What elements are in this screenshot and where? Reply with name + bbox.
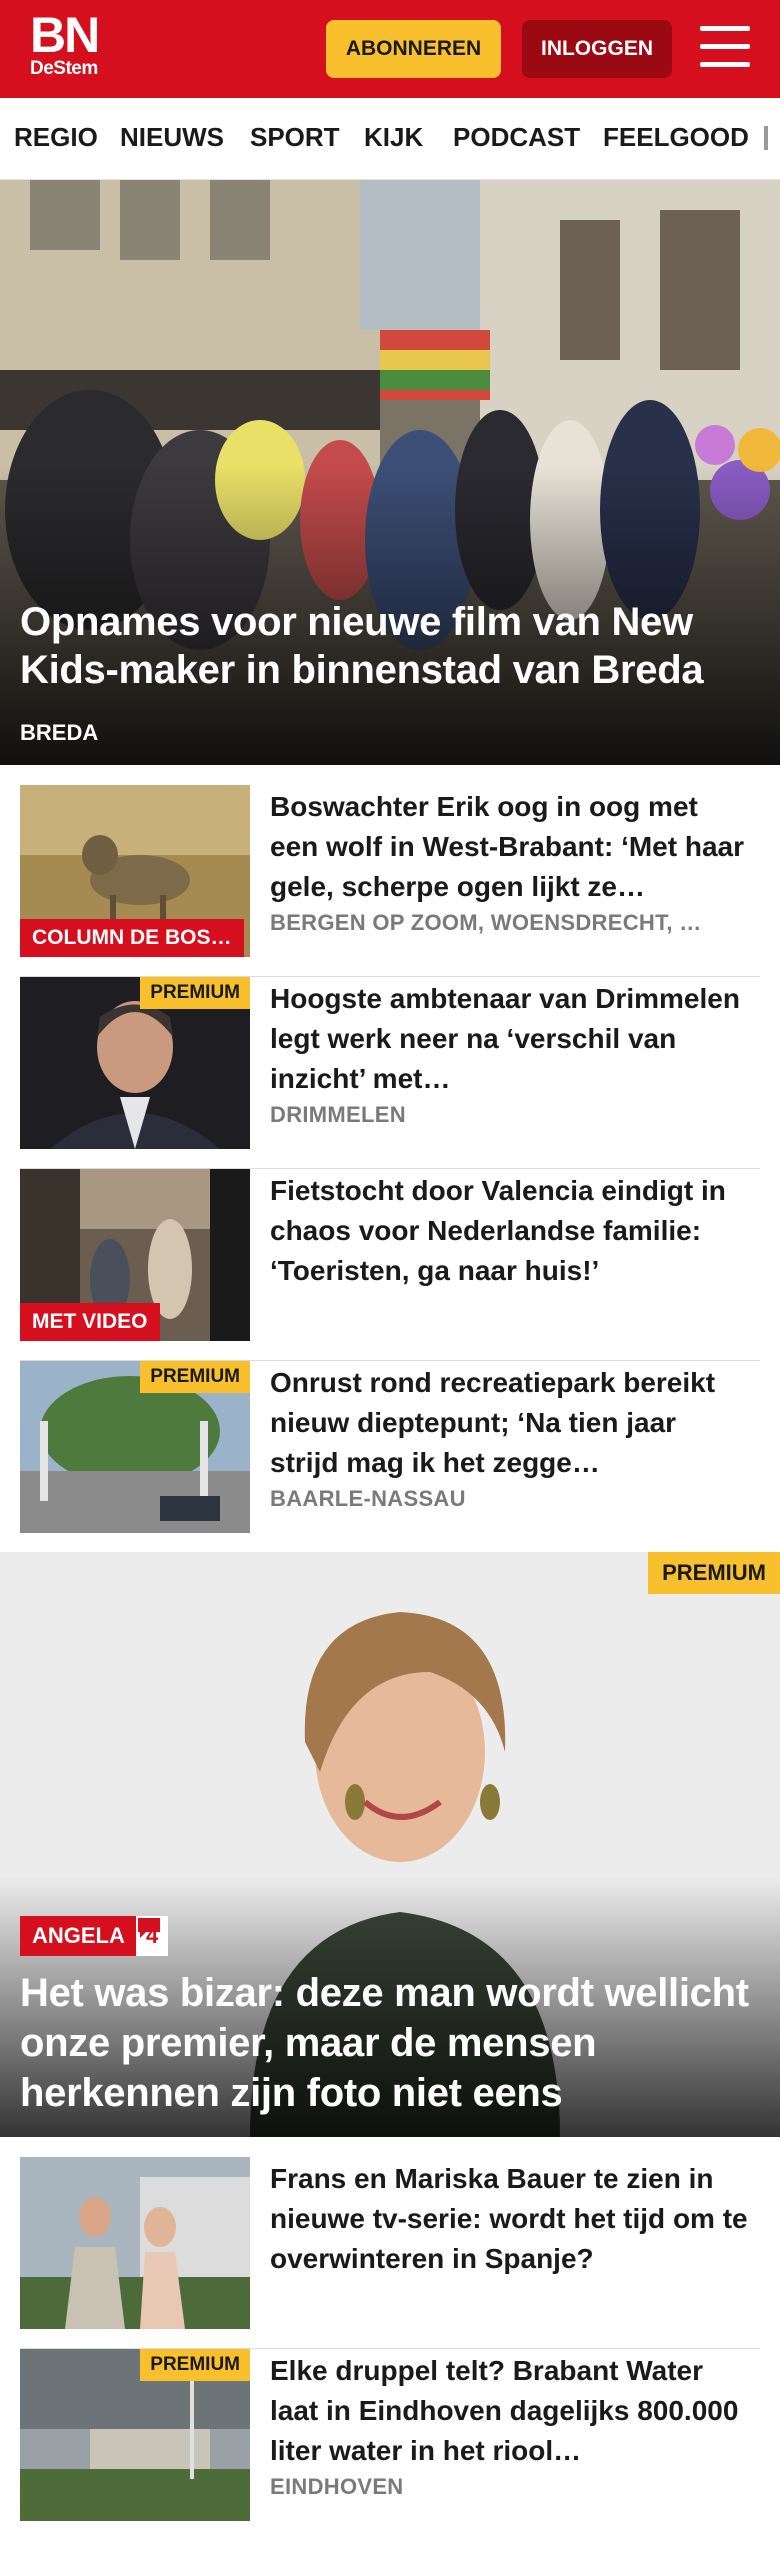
nav-item-regio[interactable]: REGIO — [14, 122, 98, 153]
article-thumbnail[interactable]: PREMIUM — [20, 1361, 250, 1533]
hero-article[interactable]: Opnames voor nieuwe film van New Kids-ma… — [0, 180, 780, 765]
premium-badge: PREMIUM — [648, 1552, 780, 1594]
article-title[interactable]: Frans en Mariska Bauer te zien in nieuwe… — [270, 2159, 752, 2279]
article-thumbnail[interactable]: PREMIUM — [20, 2349, 250, 2521]
article-title[interactable]: Onrust rond recreatiepark bereikt nieuw … — [270, 1363, 752, 1483]
article-location: EINDHOVEN — [270, 2474, 404, 2499]
hamburger-menu-icon[interactable] — [700, 24, 752, 72]
nav-item-kijk[interactable]: KIJK — [364, 122, 423, 153]
feature-article[interactable]: PREMIUM ANGELA 4 Het was bizar: deze man… — [0, 1552, 780, 2137]
logo-main: BN — [30, 7, 100, 63]
article-thumbnail[interactable]: MET VIDEO — [20, 1169, 250, 1341]
article-row[interactable]: PREMIUM Hoogste ambtenaar van Drimmelen … — [20, 977, 760, 1169]
article-row[interactable]: COLUMN DE BOS… Boswachter Erik oog in oo… — [20, 785, 760, 977]
premium-badge: PREMIUM — [140, 2349, 250, 2381]
article-title[interactable]: Fietstocht door Valencia eindigt in chao… — [270, 1171, 752, 1291]
article-row[interactable]: MET VIDEO Fietstocht door Valencia eindi… — [20, 1169, 760, 1361]
article-row[interactable]: Frans en Mariska Bauer te zien in nieuwe… — [20, 2157, 760, 2349]
subscribe-button[interactable]: ABONNEREN — [326, 20, 501, 78]
article-thumbnail[interactable]: COLUMN DE BOS… — [20, 785, 250, 957]
column-label: COLUMN DE BOS… — [20, 919, 244, 957]
logo-sub: DeStem — [30, 58, 98, 79]
article-location: BAARLE-NASSAU — [270, 1486, 466, 1511]
section-nav: REGIO NIEUWS SPORT KIJK PODCAST FEELGOOD — [0, 98, 780, 180]
article-thumbnail[interactable]: PREMIUM — [20, 977, 250, 1149]
site-logo[interactable]: BN DeStem — [30, 7, 100, 80]
article-title[interactable]: Elke druppel telt? Brabant Water laat in… — [270, 2351, 752, 2471]
article-title[interactable]: Hoogste ambtenaar van Drimmelen legt wer… — [270, 979, 752, 1099]
author-label[interactable]: ANGELA — [20, 1916, 137, 1956]
nav-overflow-indicator — [764, 126, 768, 150]
article-location: BERGEN OP ZOOM, WOENSDRECHT, … — [270, 910, 702, 935]
site-header: BN DeStem ABONNEREN INLOGGEN — [0, 0, 780, 98]
article-row[interactable]: PREMIUM Onrust rond recreatiepark bereik… — [20, 1361, 760, 1553]
couple-photo — [20, 2157, 250, 2329]
hero-location: BREDA — [20, 720, 99, 745]
nav-item-feelgood[interactable]: FEELGOOD — [603, 122, 749, 153]
nav-item-sport[interactable]: SPORT — [250, 122, 340, 153]
comment-count-badge[interactable]: 4 — [136, 1916, 169, 1956]
premium-badge: PREMIUM — [140, 1361, 250, 1393]
nav-item-podcast[interactable]: PODCAST — [453, 122, 580, 153]
article-title[interactable]: Boswachter Erik oog in oog met een wolf … — [270, 787, 752, 907]
article-location: DRIMMELEN — [270, 1102, 406, 1127]
premium-badge: PREMIUM — [140, 977, 250, 1009]
article-thumbnail[interactable] — [20, 2157, 250, 2329]
hero-title[interactable]: Opnames voor nieuwe film van New Kids-ma… — [20, 598, 760, 694]
nav-item-nieuws[interactable]: NIEUWS — [120, 122, 224, 153]
comment-bubble-icon — [138, 1918, 160, 1938]
article-row[interactable]: PREMIUM Elke druppel telt? Brabant Water… — [20, 2349, 760, 2541]
feature-title[interactable]: Het was bizar: deze man wordt wellicht o… — [20, 1968, 770, 2118]
video-label: MET VIDEO — [20, 1303, 160, 1341]
login-button[interactable]: INLOGGEN — [522, 20, 672, 78]
